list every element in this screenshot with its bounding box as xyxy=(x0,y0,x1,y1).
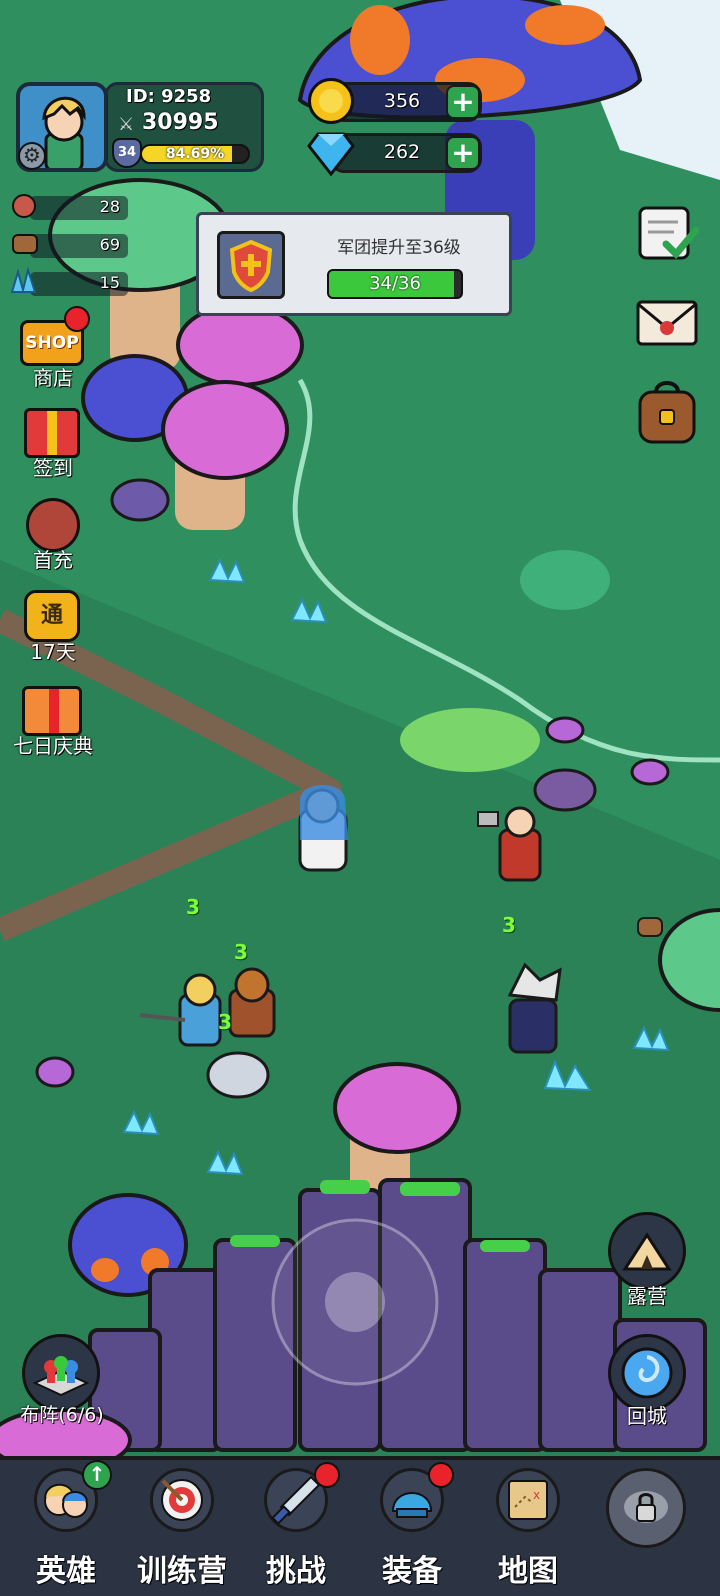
player-power: 30995 xyxy=(142,110,219,135)
wood-icon xyxy=(12,234,38,254)
first-recharge-button[interactable]: 首充 xyxy=(0,494,106,574)
quest-progress-text: 34/36 xyxy=(369,273,421,294)
tab-locked[interactable] xyxy=(596,1466,696,1590)
resource-meat-value: 28 xyxy=(99,197,120,216)
tab-equipment-label: 装备 xyxy=(382,1554,442,1589)
checkin-button[interactable]: 签到 xyxy=(0,400,106,484)
healer-character xyxy=(298,785,348,872)
pass-button[interactable]: 通 17天 xyxy=(0,584,106,668)
add-diamond-button[interactable]: + xyxy=(446,136,480,170)
player-level-badge: 34 xyxy=(112,138,142,168)
upgrade-arrow-icon: ↑ xyxy=(82,1460,112,1490)
virtual-joystick-base xyxy=(271,1218,439,1386)
seven-day-label: 七日庆典 xyxy=(13,734,93,758)
celebration-gift-icon xyxy=(22,686,82,736)
damage-number: 3 xyxy=(234,940,248,964)
resource-wood: 69 xyxy=(30,234,128,258)
quest-title: 军团提升至36级 xyxy=(337,238,461,258)
legion-shield-icon xyxy=(217,231,285,299)
camp-button[interactable] xyxy=(608,1212,686,1290)
resource-wood-value: 69 xyxy=(99,235,120,254)
camp-label: 露营 xyxy=(627,1284,667,1308)
gold-value: 356 xyxy=(383,90,421,112)
treasure-map-icon: x xyxy=(496,1468,560,1532)
tasks-icon xyxy=(638,206,700,260)
exp-percent: 84.69% xyxy=(165,146,225,162)
formation-label: 布阵(6/6) xyxy=(20,1404,104,1426)
return-city-label: 回城 xyxy=(627,1404,667,1428)
damage-number: 3 xyxy=(218,1010,232,1034)
seven-day-celebration-button[interactable]: 七日庆典 xyxy=(0,682,106,762)
diamond-icon xyxy=(306,130,356,177)
tent-icon xyxy=(622,1232,672,1271)
tab-challenge-label: 挑战 xyxy=(266,1554,326,1589)
notification-dot xyxy=(428,1462,454,1488)
enemy-ninja-character xyxy=(507,962,562,1054)
pass-label: 17天 xyxy=(30,640,76,664)
crystal-icon xyxy=(8,266,38,296)
tab-heroes-label: 英雄 xyxy=(36,1554,96,1589)
first-recharge-label: 首充 xyxy=(33,548,73,572)
mail-icon xyxy=(636,300,698,346)
tab-challenge[interactable]: 挑战 xyxy=(246,1462,346,1590)
tab-equipment[interactable]: 装备 xyxy=(362,1462,462,1590)
resource-crystal-value: 15 xyxy=(99,273,120,292)
resource-crystal: 15 xyxy=(30,272,128,296)
svg-text:x: x xyxy=(533,1488,540,1502)
shop-button[interactable]: SHOP 商店 xyxy=(0,304,106,394)
tab-training-camp[interactable]: 训练营 xyxy=(132,1466,232,1590)
tasks-button[interactable] xyxy=(634,200,700,264)
gift-box-icon xyxy=(24,408,80,458)
notification-dot xyxy=(314,1462,340,1488)
checkin-label: 签到 xyxy=(33,456,73,480)
training-target-icon xyxy=(150,1468,214,1532)
damage-number: 3 xyxy=(186,895,200,919)
add-gold-button[interactable]: + xyxy=(446,85,480,119)
gold-coin-icon xyxy=(308,78,354,124)
portal-icon xyxy=(621,1347,673,1399)
player-id: ID: 9258 xyxy=(126,86,212,107)
quest-progress-bar: 34/36 xyxy=(327,269,463,299)
exp-bar: 84.69% xyxy=(140,144,250,164)
settings-gear-icon[interactable]: ⚙ xyxy=(18,142,46,170)
tab-heroes[interactable]: ↑ 英雄 xyxy=(16,1460,116,1590)
quest-panel[interactable]: 军团提升至36级 34/36 xyxy=(196,212,512,316)
tab-map-label: 地图 xyxy=(498,1554,558,1589)
locked-feature-icon xyxy=(606,1468,686,1548)
diamond-value: 262 xyxy=(383,141,421,163)
damage-number: 3 xyxy=(502,913,516,937)
backpack-button[interactable] xyxy=(634,376,700,446)
resource-meat: 28 xyxy=(30,196,128,220)
backpack-icon xyxy=(638,381,696,444)
pass-icon: 通 xyxy=(24,590,80,642)
notification-dot xyxy=(64,306,90,332)
sword-power-icon: ⚔ xyxy=(118,114,135,135)
shop-label: 商店 xyxy=(33,366,73,390)
tab-training-camp-label: 训练营 xyxy=(137,1554,227,1589)
tab-map[interactable]: x 地图 xyxy=(478,1466,578,1590)
slime-puddle xyxy=(400,708,540,772)
formation-pieces-icon xyxy=(32,1356,90,1397)
mail-button[interactable] xyxy=(634,288,700,352)
meat-icon xyxy=(12,194,36,218)
